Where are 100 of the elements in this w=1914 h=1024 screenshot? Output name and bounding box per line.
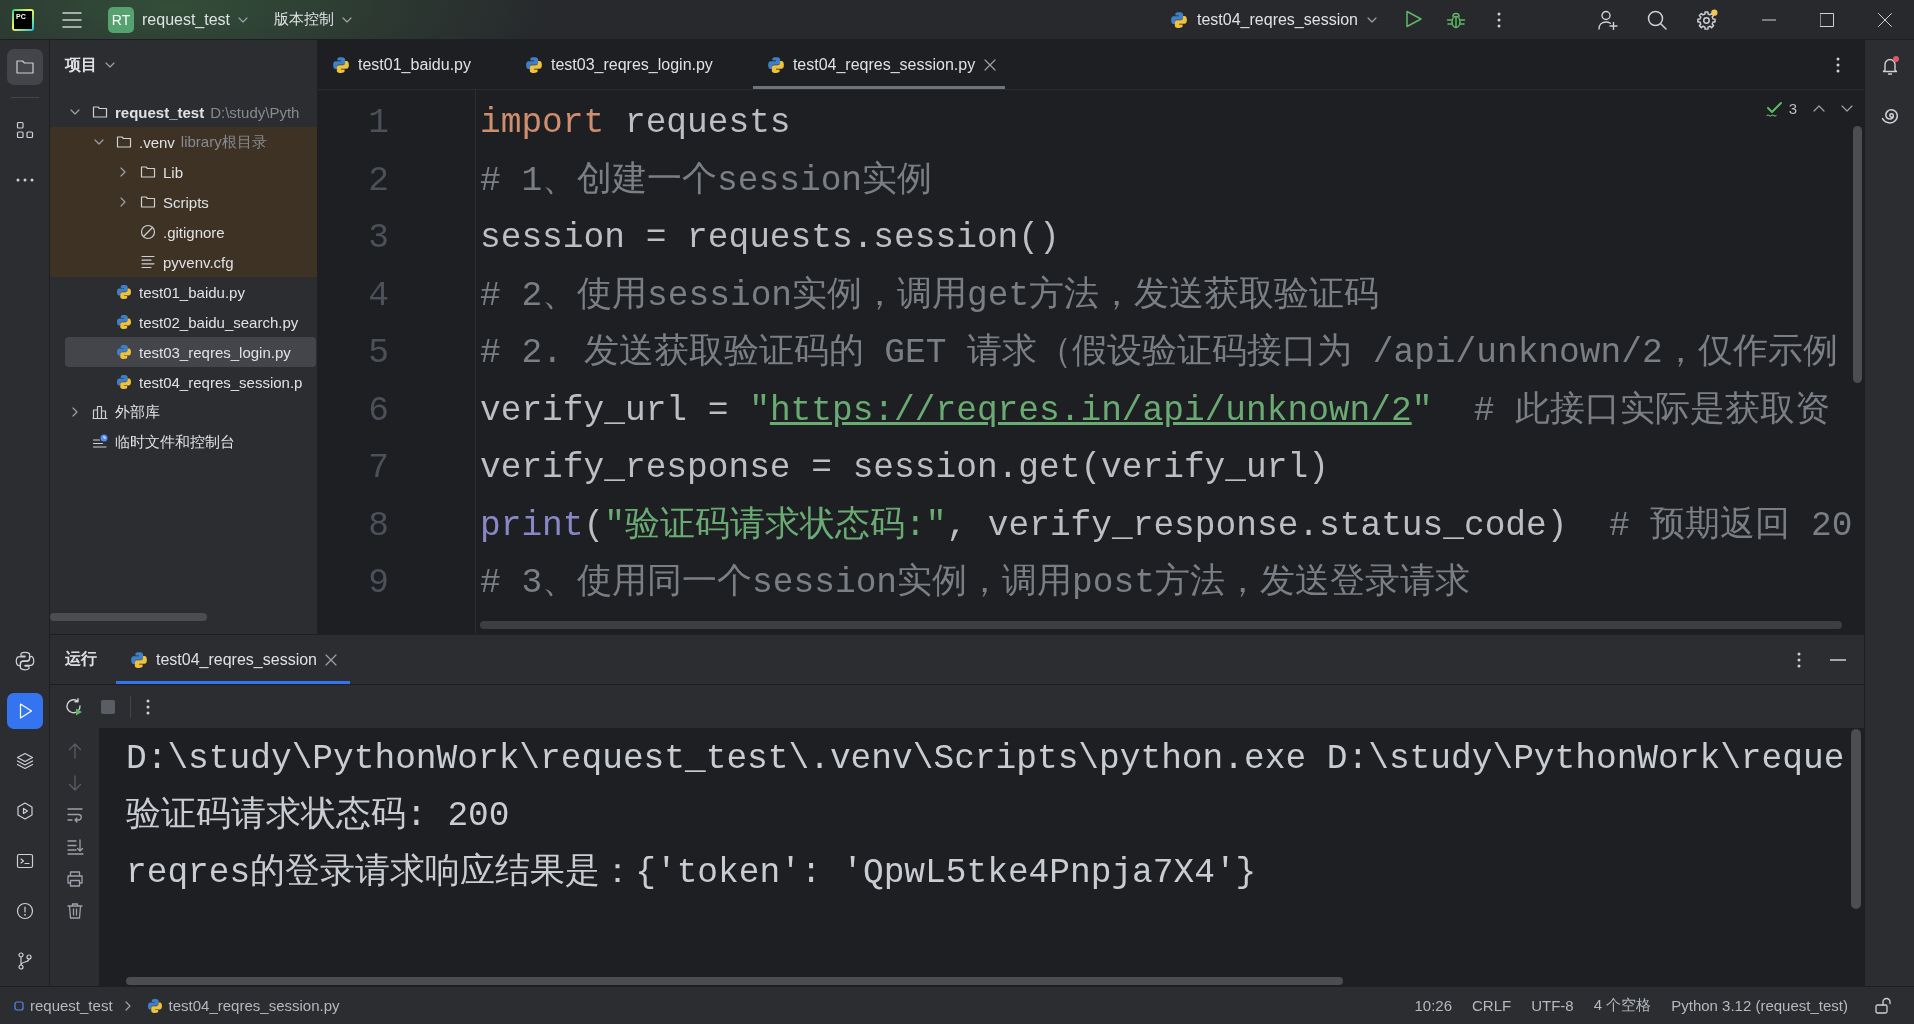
run-icon[interactable] — [6, 693, 43, 729]
settings-icon[interactable] — [1696, 9, 1718, 30]
trash-icon[interactable] — [65, 902, 84, 920]
open-lock-icon[interactable] — [1875, 997, 1891, 1014]
panel-title: 运行 — [65, 649, 97, 669]
caret-position[interactable]: 10:26 — [1404, 997, 1463, 1014]
console-line: D:\study\PythonWork\request_test\.venv\Scripts\python.exe D:\study\PythonWork\reque — [126, 738, 1845, 780]
tree-item[interactable]: Scripts — [50, 187, 317, 217]
console-line: reqres的登录请求响应结果是：{'token': 'QpwL5tke4Pnpja7X4'} — [126, 851, 1257, 894]
folder-icon — [116, 134, 132, 150]
chevron-down-icon[interactable] — [70, 109, 80, 115]
library-icon — [92, 404, 108, 420]
interpreter-selector[interactable]: Python 3.12 (request_test) — [1661, 997, 1858, 1014]
python-outline-icon[interactable] — [14, 651, 35, 671]
terminal-icon[interactable] — [14, 851, 35, 871]
editor-tab[interactable]: test01_baidu.py — [318, 40, 501, 89]
tree-item[interactable]: test02_baidu_search.py — [50, 307, 317, 337]
services-icon[interactable] — [14, 801, 35, 821]
more-icon[interactable] — [14, 178, 35, 182]
bug-icon[interactable] — [1446, 10, 1466, 29]
indent-setting[interactable]: 4 个空格 — [1583, 996, 1662, 1015]
vertical-scrollbar[interactable] — [1853, 126, 1862, 383]
minimize-icon[interactable] — [1830, 658, 1846, 661]
structure-icon[interactable] — [14, 120, 35, 140]
vcs-menu[interactable]: 版本控制 — [274, 10, 353, 29]
path-hint: D:\study\Pyth — [210, 103, 300, 121]
horizontal-scrollbar[interactable] — [50, 613, 207, 621]
chevron-down-icon[interactable] — [1841, 105, 1853, 112]
run-icon[interactable] — [1405, 10, 1423, 29]
kebab-menu-icon[interactable] — [1497, 11, 1501, 28]
vertical-scrollbar[interactable] — [1851, 729, 1861, 909]
folder-icon — [140, 194, 156, 210]
tree-item[interactable]: request_test D:\study\Pyth — [50, 97, 317, 127]
line-separator[interactable]: CRLF — [1462, 997, 1522, 1014]
printer-icon[interactable] — [65, 870, 84, 888]
inspections-button[interactable]: 3 — [1765, 100, 1797, 117]
tree-item[interactable]: test03_reqres_login.py — [65, 337, 316, 367]
maximize-icon[interactable] — [1820, 12, 1834, 27]
chevron-down-icon — [1367, 16, 1377, 23]
python-icon — [116, 284, 132, 300]
python-icon — [116, 374, 132, 390]
tree-item[interactable]: test01_baidu.py — [50, 277, 317, 307]
kebab-menu-icon[interactable] — [1797, 651, 1801, 668]
tree-item[interactable]: test04_reqres_session.p — [50, 367, 317, 397]
chevron-down-icon[interactable] — [94, 139, 104, 145]
tree-item[interactable]: 外部库 — [50, 397, 317, 427]
add-user-icon[interactable] — [1598, 9, 1618, 30]
editor-tab[interactable]: test04_reqres_session.py — [752, 40, 1006, 89]
url-link[interactable]: https://reqres.in/api/unknown/2 — [769, 390, 1412, 430]
horizontal-scrollbar[interactable] — [480, 621, 1842, 629]
kebab-menu-icon[interactable] — [1836, 56, 1840, 73]
tree-item[interactable]: Lib — [50, 157, 317, 187]
path-hint: library根目录 — [180, 132, 267, 152]
check-icon — [1765, 100, 1783, 117]
chevron-right-icon[interactable] — [120, 197, 126, 207]
minimize-icon[interactable] — [1762, 18, 1776, 21]
rerun-icon[interactable] — [65, 697, 83, 716]
breadcrumb[interactable]: test04_reqres_session.py — [146, 997, 340, 1014]
soft-wrap-icon[interactable] — [65, 806, 84, 824]
chevron-up-icon[interactable] — [1813, 105, 1825, 112]
tree-item[interactable]: 临时文件和控制台 — [50, 427, 317, 457]
chevron-right-icon[interactable] — [120, 167, 126, 177]
module-icon — [14, 1000, 24, 1011]
code-line: session = requests.session() — [480, 217, 1060, 259]
tree-item[interactable]: pyvenv.cfg — [50, 247, 317, 277]
menu-icon[interactable] — [62, 10, 82, 29]
python-icon — [766, 55, 785, 74]
run-config-selector[interactable]: test04_reqres_session — [1170, 10, 1377, 29]
close-icon[interactable] — [1878, 12, 1892, 27]
circle-slash-icon — [140, 224, 156, 240]
code-line: # 2、使用session实例，调用get方法，发送获取验证码 — [480, 274, 1380, 317]
layers-icon[interactable] — [14, 751, 35, 771]
editor-tab[interactable]: test03_reqres_login.py — [511, 40, 743, 89]
python-icon — [332, 55, 350, 74]
scroll-to-end-icon[interactable] — [65, 838, 84, 856]
folder-icon[interactable] — [6, 49, 43, 85]
folder-icon — [140, 164, 156, 180]
spiral-icon[interactable] — [1880, 106, 1899, 124]
code-line: # 1、创建一个session实例 — [480, 159, 933, 202]
project-switcher[interactable]: RT request_test — [106, 3, 253, 36]
tree-item[interactable]: .gitignore — [50, 217, 317, 247]
breadcrumb[interactable]: request_test — [14, 997, 113, 1014]
alert-circle-icon[interactable] — [14, 901, 35, 921]
python-icon — [146, 997, 163, 1014]
tree-item[interactable]: .venv library根目录 — [50, 127, 317, 157]
chevron-right-icon[interactable] — [72, 407, 78, 417]
close-icon[interactable] — [325, 653, 337, 666]
python-icon — [130, 650, 148, 669]
search-icon[interactable] — [1647, 9, 1667, 30]
horizontal-scrollbar[interactable] — [126, 977, 1343, 985]
code-line: # 3、使用同一个session实例，调用post方法，发送登录请求 — [480, 561, 1470, 604]
python-icon — [116, 344, 132, 360]
close-icon[interactable] — [984, 58, 997, 71]
console-line: 验证码请求状态码: 200 — [126, 795, 510, 837]
run-tab[interactable]: test04_reqres_session — [116, 635, 350, 684]
file-encoding[interactable]: UTF-8 — [1521, 997, 1584, 1014]
code-line: print("验证码请求状态码:", verify_response.status_code) # 预期返回 20 — [480, 504, 1853, 547]
code-line: import requests — [480, 102, 791, 144]
project-view-menu[interactable]: 项目 — [65, 54, 115, 76]
kebab-menu-icon[interactable] — [146, 698, 150, 715]
